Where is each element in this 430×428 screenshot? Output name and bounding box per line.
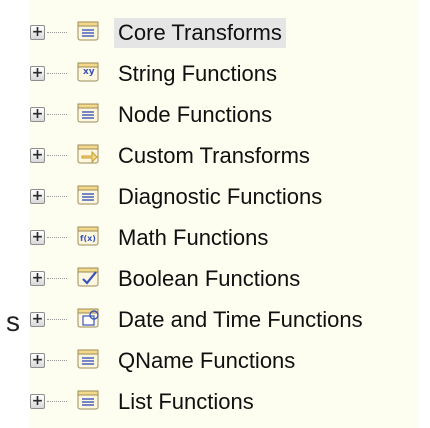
- tree-item-label[interactable]: QName Functions: [118, 346, 295, 376]
- tree-connector-line: [47, 73, 67, 74]
- tree-item[interactable]: + xy String Functions: [30, 53, 418, 95]
- tree-item[interactable]: + Custom Transforms: [30, 135, 418, 177]
- left-margin: s: [0, 0, 30, 428]
- tree-item-label[interactable]: Node Functions: [118, 100, 272, 130]
- tree-item-label[interactable]: Boolean Functions: [118, 264, 300, 294]
- tree-connector-line: [47, 237, 67, 238]
- tree-item-label[interactable]: Date and Time Functions: [118, 305, 363, 335]
- expand-plus-icon[interactable]: +: [30, 271, 45, 286]
- tree-connector-line: [47, 319, 67, 320]
- tree-item[interactable]: + List Functions: [30, 381, 418, 423]
- tree-connector-line: [47, 278, 67, 279]
- expand-plus-icon[interactable]: +: [30, 312, 45, 327]
- tree-item-label[interactable]: Core Transforms: [114, 18, 286, 48]
- tree-item[interactable]: + Boolean Functions: [30, 258, 418, 300]
- tree-item[interactable]: + Date and Time Functions: [30, 299, 418, 341]
- xy-string-icon: xy: [74, 60, 104, 86]
- expand-plus-icon[interactable]: +: [30, 148, 45, 163]
- transform-arrow-icon: [74, 142, 104, 168]
- tree-connector-line: [47, 155, 67, 156]
- expand-plus-icon[interactable]: +: [30, 25, 45, 40]
- expand-plus-icon[interactable]: +: [30, 189, 45, 204]
- tree-item[interactable]: + QName Functions: [30, 340, 418, 382]
- list-doc-icon: [74, 183, 104, 209]
- tree-item-label[interactable]: Custom Transforms: [118, 141, 310, 171]
- calendar-icon: [74, 306, 104, 332]
- tree-item-label[interactable]: Math Functions: [118, 223, 268, 253]
- expand-plus-icon[interactable]: +: [30, 394, 45, 409]
- expand-plus-icon[interactable]: +: [30, 230, 45, 245]
- function-category-tree: + Core Transforms + xy String Functions + N…: [30, 0, 418, 428]
- tree-connector-line: [47, 401, 67, 402]
- list-doc-icon: [74, 19, 104, 45]
- tree-connector-line: [47, 196, 67, 197]
- tree-item-label[interactable]: String Functions: [118, 59, 277, 89]
- expand-plus-icon[interactable]: +: [30, 353, 45, 368]
- list-doc-icon: [74, 101, 104, 127]
- expand-plus-icon[interactable]: +: [30, 66, 45, 81]
- tree-item[interactable]: + Diagnostic Functions: [30, 176, 418, 218]
- fx-icon: f(x): [74, 224, 104, 250]
- svg-text:f(x): f(x): [80, 234, 96, 243]
- tree-item[interactable]: + Node Functions: [30, 94, 418, 136]
- clipped-text: s: [6, 306, 20, 337]
- tree-item[interactable]: + f(x) Math Functions: [30, 217, 418, 259]
- tree-item-label[interactable]: Diagnostic Functions: [118, 182, 322, 212]
- tree-connector-line: [47, 360, 67, 361]
- checkmark-icon: [74, 265, 104, 291]
- list-doc-icon: [74, 388, 104, 414]
- tree-connector-line: [47, 114, 67, 115]
- list-doc-icon: [74, 347, 104, 373]
- tree-item[interactable]: + Core Transforms: [30, 12, 418, 54]
- svg-text:xy: xy: [83, 67, 95, 77]
- tree-item-label[interactable]: List Functions: [118, 387, 254, 417]
- tree-connector-line: [47, 32, 67, 33]
- expand-plus-icon[interactable]: +: [30, 107, 45, 122]
